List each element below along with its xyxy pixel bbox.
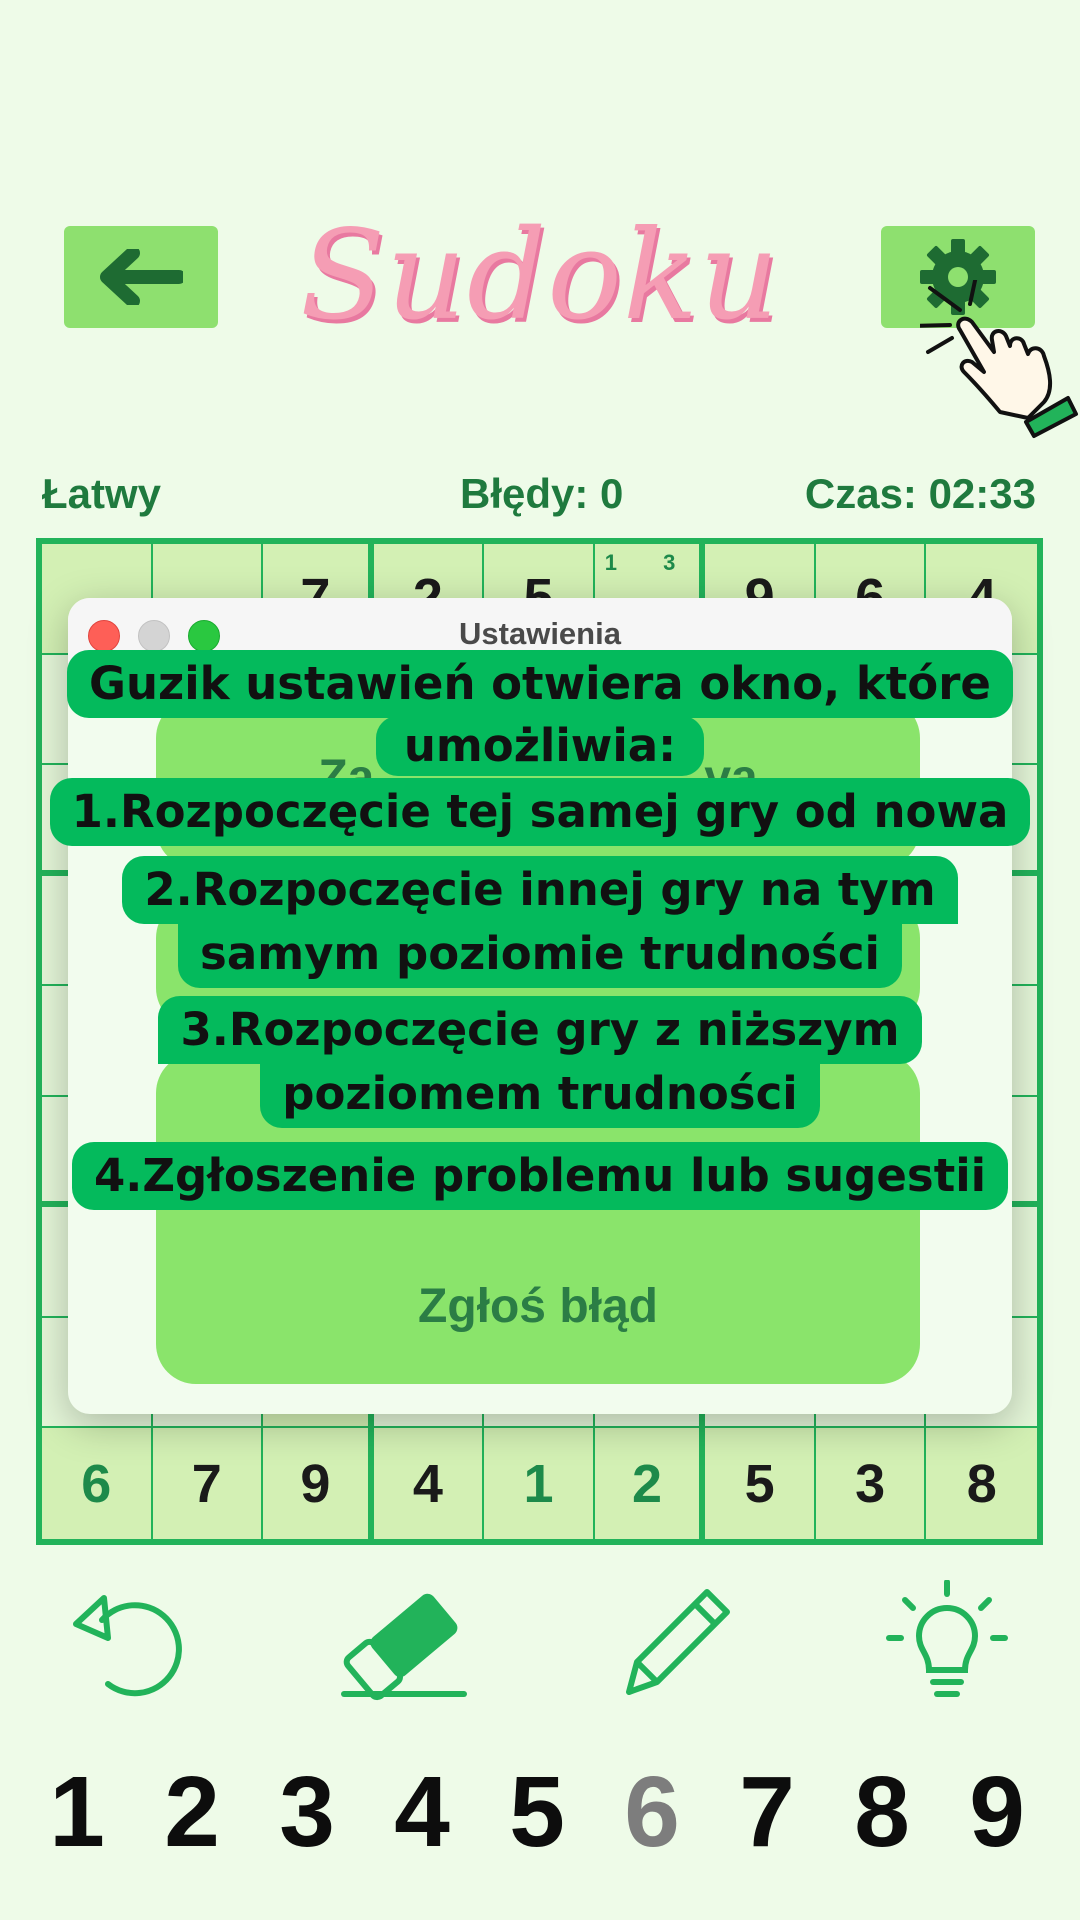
back-button[interactable]: [64, 226, 218, 328]
report-bug-label: Zgłoś błąd: [418, 1280, 658, 1333]
callout-line: Guzik ustawień otwiera okno, które: [67, 650, 1013, 718]
board-cell[interactable]: 6: [42, 1428, 153, 1539]
number-key-6[interactable]: 6: [597, 1752, 707, 1872]
board-cell[interactable]: 2: [594, 1428, 706, 1539]
dialog-title: Ustawienia: [459, 616, 621, 651]
number-key-7[interactable]: 7: [712, 1752, 822, 1872]
board-cell[interactable]: 4: [373, 1428, 485, 1539]
number-pad: 123456789: [22, 1752, 1062, 1872]
board-cell[interactable]: 9: [263, 1428, 374, 1539]
lightbulb-icon[interactable]: [885, 1580, 1009, 1704]
pencil-note: 3: [663, 550, 676, 575]
errors-counter: Błędy: 0: [460, 470, 624, 517]
status-row: Łatwy Błędy: 0 Czas: 02:33: [0, 466, 1080, 526]
board-cell[interactable]: 8: [926, 1428, 1037, 1539]
callout-line: umożliwia:: [375, 716, 705, 776]
board-cell[interactable]: 7: [152, 1428, 264, 1539]
difficulty-label: Łatwy: [42, 470, 162, 517]
number-key-9[interactable]: 9: [942, 1752, 1052, 1872]
number-key-3[interactable]: 3: [252, 1752, 362, 1872]
board-cell[interactable]: 3: [815, 1428, 927, 1539]
app-title: Sudoku: [300, 204, 780, 348]
callout-line: 4.Zgłoszenie problemu lub sugestii: [71, 1142, 1009, 1210]
undo-icon[interactable]: [68, 1580, 192, 1704]
tap-hand-icon: [920, 280, 1078, 438]
number-key-5[interactable]: 5: [482, 1752, 592, 1872]
number-key-4[interactable]: 4: [367, 1752, 477, 1872]
eraser-icon[interactable]: [340, 1580, 470, 1704]
pencil-note: 1: [604, 550, 618, 575]
callout-line: samym poziomie trudności: [178, 920, 902, 988]
callout-line: 3.Rozpoczęcie gry z niższym: [158, 996, 922, 1064]
tutorial-callout: Guzik ustawień otwiera okno, które umożl…: [0, 650, 1080, 1210]
callout-line: poziomem trudności: [260, 1060, 820, 1128]
number-key-1[interactable]: 1: [22, 1752, 132, 1872]
report-bug-button[interactable]: Zgłoś błąd: [156, 1198, 920, 1384]
callout-line: 2.Rozpoczęcie innej gry na tym: [122, 856, 958, 924]
pencil-icon[interactable]: [615, 1580, 739, 1704]
arrow-left-icon: [100, 249, 183, 305]
board-cell[interactable]: 1: [484, 1428, 595, 1539]
number-key-2[interactable]: 2: [137, 1752, 247, 1872]
callout-line: 1.Rozpoczęcie tej samej gry od nowa: [49, 778, 1031, 846]
timer: Czas: 02:33: [804, 470, 1036, 517]
number-key-8[interactable]: 8: [827, 1752, 937, 1872]
board-cell[interactable]: 5: [705, 1428, 816, 1539]
